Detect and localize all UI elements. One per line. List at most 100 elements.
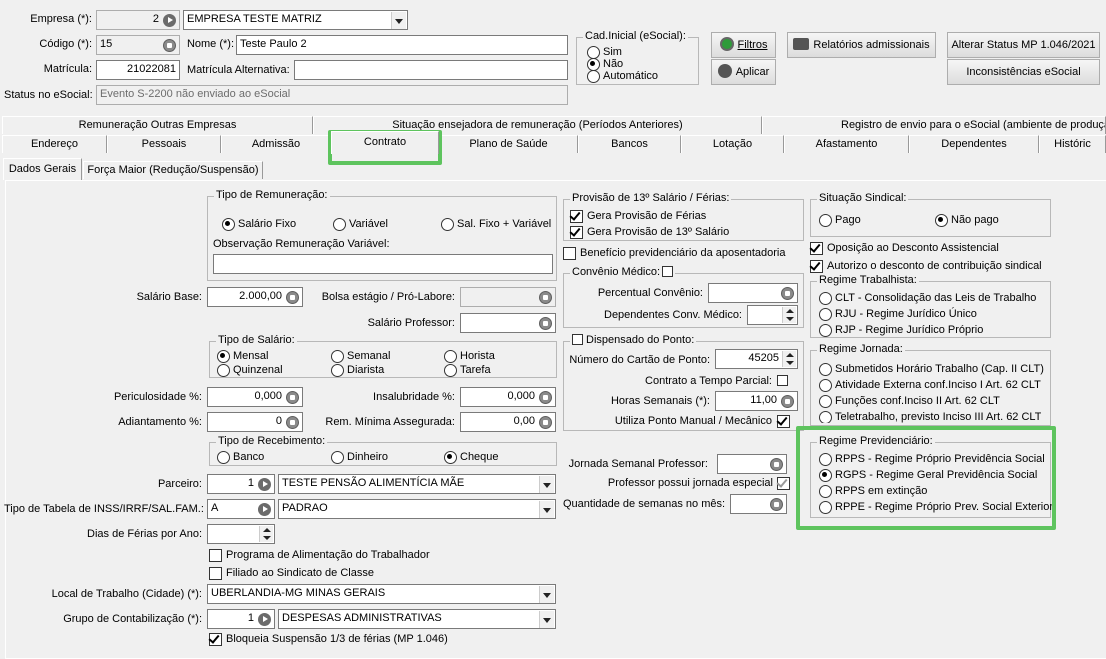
lookup-arrow-icon[interactable] [163, 14, 176, 27]
prov-13-checkbox[interactable]: Gera Provisão de 13º Salário [570, 226, 729, 239]
lookup-arrow-icon[interactable] [258, 613, 271, 626]
aplicar-button[interactable]: Aplicar [711, 59, 776, 85]
tab-bancos[interactable]: Bancos [578, 135, 681, 153]
subtab-dados-gerais[interactable]: Dados Gerais [3, 158, 82, 180]
convenio-checkbox[interactable] [662, 266, 674, 277]
oposicao-checkbox[interactable]: Oposição ao Desconto Assistencial [810, 242, 999, 255]
beneficio-checkbox[interactable]: Benefício previdenciário da aposentadori… [563, 247, 785, 260]
jornada-funcoes[interactable]: Funções conf.Inciso II Art. 62 CLT [819, 395, 1000, 408]
spin-arrows-icon[interactable] [782, 307, 796, 323]
nome-input[interactable]: Teste Paulo 2 [236, 35, 568, 55]
tab-dependentes[interactable]: Dependentes [909, 135, 1039, 153]
regime-rjp[interactable]: RJP - Regime Jurídico Próprio [819, 324, 983, 337]
sal-quinzenal[interactable]: Quinzenal [217, 364, 283, 377]
filiado-checkbox[interactable]: Filiado ao Sindicato de Classe [209, 567, 374, 580]
tab-endereco[interactable]: Endereço [2, 135, 107, 153]
empresa-code-input[interactable]: 2 [96, 10, 180, 30]
rec-dinheiro[interactable]: Dinheiro [331, 451, 388, 464]
salario-professor-input[interactable] [460, 313, 556, 333]
rec-cheque[interactable]: Cheque [444, 451, 499, 464]
tab-admissao[interactable]: Admissão [221, 135, 331, 153]
regime-clt[interactable]: CLT - Consolidação das Leis de Trabalho [819, 292, 1036, 305]
tab-afastamento[interactable]: Afastamento [784, 135, 909, 153]
rem-salario-fixo[interactable]: Salário Fixo [222, 218, 296, 231]
chevron-down-icon[interactable] [539, 476, 554, 493]
calculator-icon[interactable] [781, 395, 794, 408]
tab-contrato[interactable]: Contrato [331, 131, 439, 154]
sind-nao-pago[interactable]: Não pago [935, 214, 999, 227]
pat-checkbox[interactable]: Programa de Alimentação do Trabalhador [209, 549, 430, 562]
bloqueia-checkbox[interactable]: Bloqueia Suspensão 1/3 de férias (MP 1.0… [209, 633, 448, 646]
tempo-parcial-checkbox[interactable] [777, 375, 788, 386]
sal-semanal[interactable]: Semanal [331, 350, 390, 363]
relatorios-button[interactable]: Relatórios admissionais [787, 32, 936, 58]
calculator-icon[interactable] [781, 287, 794, 300]
tab-historico[interactable]: Históric [1039, 135, 1106, 153]
prov-ferias-checkbox[interactable]: Gera Provisão de Férias [570, 210, 706, 223]
sal-horista[interactable]: Horista [444, 350, 495, 363]
parceiro-code-input[interactable]: 1 [207, 474, 275, 494]
tab-plano-saude[interactable]: Plano de Saúde [439, 135, 578, 153]
tab-pessoais[interactable]: Pessoais [107, 135, 221, 153]
cartao-ponto-input[interactable]: 45205 [715, 349, 798, 369]
rem-variavel[interactable]: Variável [333, 218, 388, 231]
chevron-down-icon[interactable] [539, 611, 554, 628]
rem-fixo-variavel[interactable]: Sal. Fixo + Variável [441, 218, 551, 231]
rem-minima-input[interactable]: 0,00 [460, 412, 556, 432]
chevron-down-icon[interactable] [539, 586, 554, 603]
calculator-icon[interactable] [770, 458, 783, 471]
calculator-icon[interactable] [286, 291, 299, 304]
salario-base-input[interactable]: 2.000,00 [207, 287, 303, 307]
tab-registro-envio[interactable]: Registro de envio para o eSocial (ambien… [762, 116, 1106, 134]
spin-arrows-icon[interactable] [782, 351, 796, 367]
tab-remuneracao-outras[interactable]: Remuneração Outras Empresas [2, 116, 313, 134]
horas-semanais-input[interactable]: 11,00 [715, 391, 798, 411]
grupo-select[interactable]: DESPESAS ADMINISTRATIVAS [278, 609, 556, 629]
local-trabalho-select[interactable]: UBERLANDIA-MG MINAS GERAIS [207, 584, 556, 604]
perc-conv-input[interactable] [708, 283, 798, 303]
adiantamento-input[interactable]: 0 [207, 412, 303, 432]
calculator-icon[interactable] [539, 416, 552, 429]
filtros-button[interactable]: Filtros [711, 32, 776, 58]
jornada-teletrabalho[interactable]: Teletrabalho, previsto Inciso III Art. 6… [819, 411, 1041, 423]
sal-mensal[interactable]: Mensal [217, 350, 268, 363]
cad-opt-automatico[interactable]: Automático [587, 70, 658, 83]
tabela-code-input[interactable]: A [207, 499, 275, 519]
codigo-input[interactable]: 15 [96, 35, 180, 55]
periculosidade-input[interactable]: 0,000 [207, 387, 303, 407]
insalubridade-input[interactable]: 0,000 [460, 387, 556, 407]
jornada-atividade-externa[interactable]: Atividade Externa conf.Inciso I Art. 62 … [819, 379, 1041, 392]
parceiro-select[interactable]: TESTE PENSÃO ALIMENTÍCIA MÃE [278, 474, 556, 494]
obs-rem-input[interactable] [213, 254, 553, 274]
dispensado-ponto-checkbox[interactable] [572, 334, 583, 345]
chevron-down-icon[interactable] [391, 12, 406, 29]
chevron-down-icon[interactable] [539, 501, 554, 518]
calculator-icon[interactable] [770, 498, 783, 511]
sal-diarista[interactable]: Diarista [331, 364, 384, 377]
spin-arrows-icon[interactable] [259, 526, 273, 542]
sind-pago[interactable]: Pago [819, 214, 861, 227]
tab-lotacao[interactable]: Lotação [681, 135, 784, 153]
rec-banco[interactable]: Banco [217, 451, 264, 464]
lookup-icon[interactable] [163, 39, 176, 52]
dias-ferias-input[interactable] [207, 524, 275, 544]
calculator-icon[interactable] [286, 416, 299, 429]
jornada-submetidos[interactable]: Submetidos Horário Trabalho (Cap. II CLT… [819, 363, 1044, 376]
grupo-code-input[interactable]: 1 [207, 609, 275, 629]
autorizo-checkbox[interactable]: Autorizo o desconto de contribuição sind… [810, 260, 1042, 273]
lookup-arrow-icon[interactable] [258, 478, 271, 491]
dep-conv-input[interactable] [747, 305, 798, 325]
matricula-input[interactable]: 21022081 [96, 60, 180, 80]
calculator-icon[interactable] [539, 317, 552, 330]
calculator-icon[interactable] [539, 391, 552, 404]
jornada-prof-input[interactable] [717, 454, 787, 474]
sal-tarefa[interactable]: Tarefa [444, 364, 491, 377]
tabela-select[interactable]: PADRAO [278, 499, 556, 519]
lookup-arrow-icon[interactable] [258, 503, 271, 516]
regime-rju[interactable]: RJU - Regime Jurídico Único [819, 308, 977, 321]
alterar-status-button[interactable]: Alterar Status MP 1.046/2021 [947, 32, 1100, 58]
qtd-semanas-input[interactable] [730, 494, 787, 514]
empresa-name-select[interactable]: EMPRESA TESTE MATRIZ [183, 10, 408, 30]
matricula-alt-input[interactable] [294, 60, 568, 80]
inconsistencias-button[interactable]: Inconsistências eSocial [947, 59, 1100, 85]
